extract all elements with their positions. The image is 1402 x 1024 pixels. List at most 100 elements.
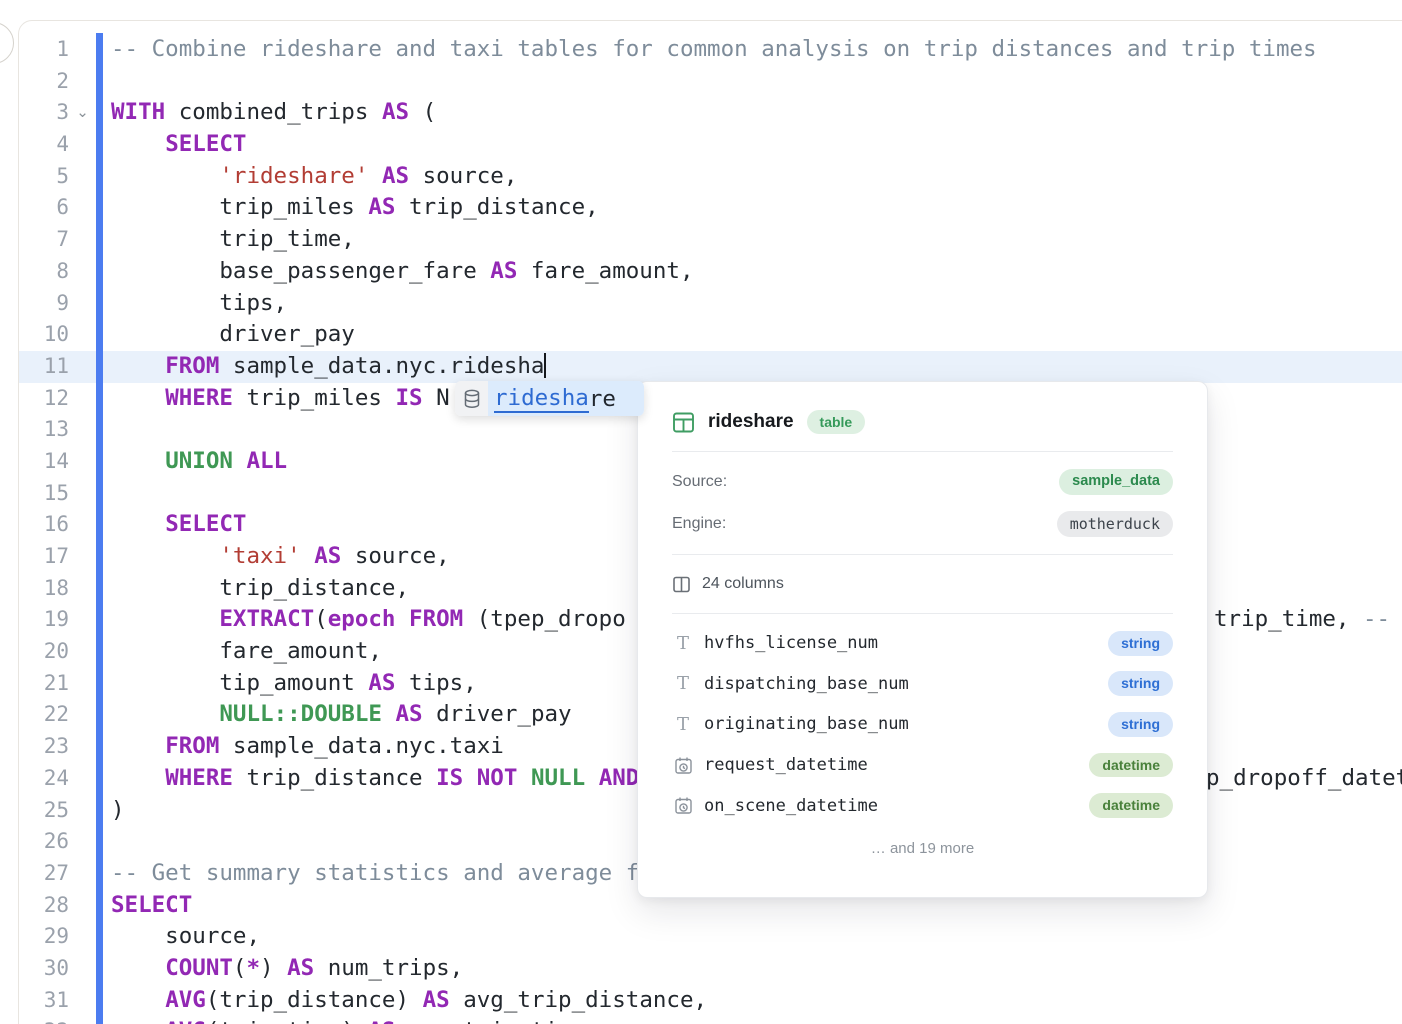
divider [672, 554, 1173, 555]
code-line: 6 trip_miles AS trip_distance, [19, 192, 1402, 224]
line-number: 19 [19, 604, 69, 636]
database-icon [455, 381, 488, 416]
meta-row: Engine:motherduck [672, 503, 1173, 545]
code-text[interactable]: tips, [111, 288, 287, 320]
code-text-after-popup: p_dropoff_datet [1206, 763, 1402, 795]
line-number: 10 [19, 319, 69, 351]
code-line: 29 source, [19, 921, 1402, 953]
code-text[interactable]: AVG(trip_time) AS avg_trip_time, [111, 1016, 599, 1024]
code-text[interactable]: fare_amount, [111, 636, 382, 668]
code-text[interactable]: SELECT [111, 509, 246, 541]
code-text[interactable]: base_passenger_fare AS fare_amount, [111, 256, 694, 288]
code-line: 2 [19, 66, 1402, 98]
code-text[interactable]: UNION ALL [111, 446, 287, 478]
code-text[interactable]: EXTRACT(epoch FROM (tpep_dropo [111, 604, 626, 636]
code-line: 4 SELECT [19, 129, 1402, 161]
code-text[interactable]: 'rideshare' AS source, [111, 161, 517, 193]
meta-value-badge: sample_data [1059, 469, 1173, 494]
text-type-icon: T [672, 673, 694, 694]
line-number: 25 [19, 795, 69, 827]
line-number: 2 [19, 66, 69, 98]
line-number: 17 [19, 541, 69, 573]
code-text[interactable]: SELECT [111, 129, 246, 161]
code-text[interactable]: COUNT(*) AS num_trips, [111, 953, 463, 985]
line-number: 8 [19, 256, 69, 288]
line-number: 6 [19, 192, 69, 224]
autocomplete-item-rideshare[interactable]: rideshare [488, 381, 644, 416]
column-row[interactable]: request_datetimedatetime [672, 745, 1173, 786]
code-text[interactable]: NULL::DOUBLE AS driver_pay [111, 699, 572, 731]
collapsed-side-button[interactable] [0, 22, 14, 64]
code-text[interactable]: trip_distance, [111, 573, 409, 605]
code-text-after-popup: trip_time, -- [1214, 604, 1390, 636]
code-text[interactable]: FROM sample_data.nyc.ridesha [111, 351, 546, 383]
column-name: on_scene_datetime [704, 796, 1089, 816]
code-line: 7 trip_time, [19, 224, 1402, 256]
line-number: 23 [19, 731, 69, 763]
code-text[interactable]: ) [111, 795, 125, 827]
column-type-badge: datetime [1089, 793, 1173, 818]
line-number: 3 [19, 97, 69, 129]
fold-chevron-icon[interactable]: ⌄ [69, 97, 96, 129]
column-row[interactable]: Tdispatching_base_numstring [672, 664, 1173, 705]
code-text[interactable]: trip_miles AS trip_distance, [111, 192, 599, 224]
meta-value-badge: motherduck [1057, 511, 1173, 537]
line-number: 12 [19, 383, 69, 415]
meta-row: Source: sample_data [672, 461, 1173, 503]
columns-list: Thvfhs_license_numstringTdispatching_bas… [672, 623, 1173, 826]
column-row[interactable]: Thvfhs_license_numstring [672, 623, 1173, 664]
line-number: 20 [19, 636, 69, 668]
column-type-badge: string [1108, 631, 1173, 656]
column-row[interactable]: on_scene_datetimedatetime [672, 785, 1173, 826]
table-info-header: rideshare table [672, 402, 1173, 442]
code-text[interactable]: SELECT [111, 890, 192, 922]
code-text[interactable]: 'taxi' AS source, [111, 541, 450, 573]
code-text[interactable]: driver_pay [111, 319, 355, 351]
code-text[interactable]: tip_amount AS tips, [111, 668, 477, 700]
line-number: 28 [19, 890, 69, 922]
line-number: 18 [19, 573, 69, 605]
code-text[interactable]: -- Combine rideshare and taxi tables for… [111, 34, 1317, 66]
line-number: 4 [19, 129, 69, 161]
table-type-badge: table [807, 410, 866, 435]
code-text[interactable]: AVG(trip_distance) AS avg_trip_distance, [111, 985, 707, 1017]
code-line: 3⌄ WITH combined_trips AS ( [19, 97, 1402, 129]
divider [672, 451, 1173, 452]
column-name: dispatching_base_num [704, 674, 1108, 694]
more-columns-label: … and 19 more [672, 840, 1173, 857]
code-text[interactable]: WITH combined_trips AS ( [111, 97, 436, 129]
column-type-badge: datetime [1089, 753, 1173, 778]
code-text[interactable]: trip_time, [111, 224, 355, 256]
column-name: request_datetime [704, 755, 1089, 775]
code-text[interactable]: FROM sample_data.nyc.taxi [111, 731, 504, 763]
line-number: 5 [19, 161, 69, 193]
line-number: 30 [19, 953, 69, 985]
line-number: 15 [19, 478, 69, 510]
line-number: 13 [19, 414, 69, 446]
table-meta-rows: Source: sample_data Engine:motherduck [672, 461, 1173, 545]
code-text[interactable]: WHERE trip_distance IS NOT NULL AND [111, 763, 639, 795]
columns-count-row: 24 columns [672, 564, 1173, 604]
line-number: 24 [19, 763, 69, 795]
code-line: 9 tips, [19, 288, 1402, 320]
table-info-popup: rideshare table Source: sample_data Engine… [637, 381, 1208, 898]
datetime-type-icon [672, 796, 694, 815]
line-number: 1 [19, 34, 69, 66]
columns-count-label: 24 columns [702, 575, 784, 593]
text-type-icon: T [672, 714, 694, 735]
code-text[interactable]: WHERE trip_miles IS N [111, 383, 450, 415]
line-number: 14 [19, 446, 69, 478]
code-text[interactable]: -- Get summary statistics and average f [111, 858, 639, 890]
line-number: 7 [19, 224, 69, 256]
datetime-type-icon [672, 756, 694, 775]
column-name: hvfhs_license_num [704, 633, 1108, 653]
meta-label: Source: [672, 473, 727, 491]
autocomplete-rest-text: re [589, 386, 616, 412]
code-text[interactable]: source, [111, 921, 260, 953]
gutter-indicator-bar [96, 33, 103, 1024]
autocomplete-match-text: ridesha [494, 385, 589, 413]
sql-editor-screen: 1 -- Combine rideshare and taxi tables fo… [0, 0, 1402, 1024]
column-row[interactable]: Toriginating_base_numstring [672, 704, 1173, 745]
text-cursor [544, 353, 546, 378]
table-name: rideshare [708, 411, 794, 433]
